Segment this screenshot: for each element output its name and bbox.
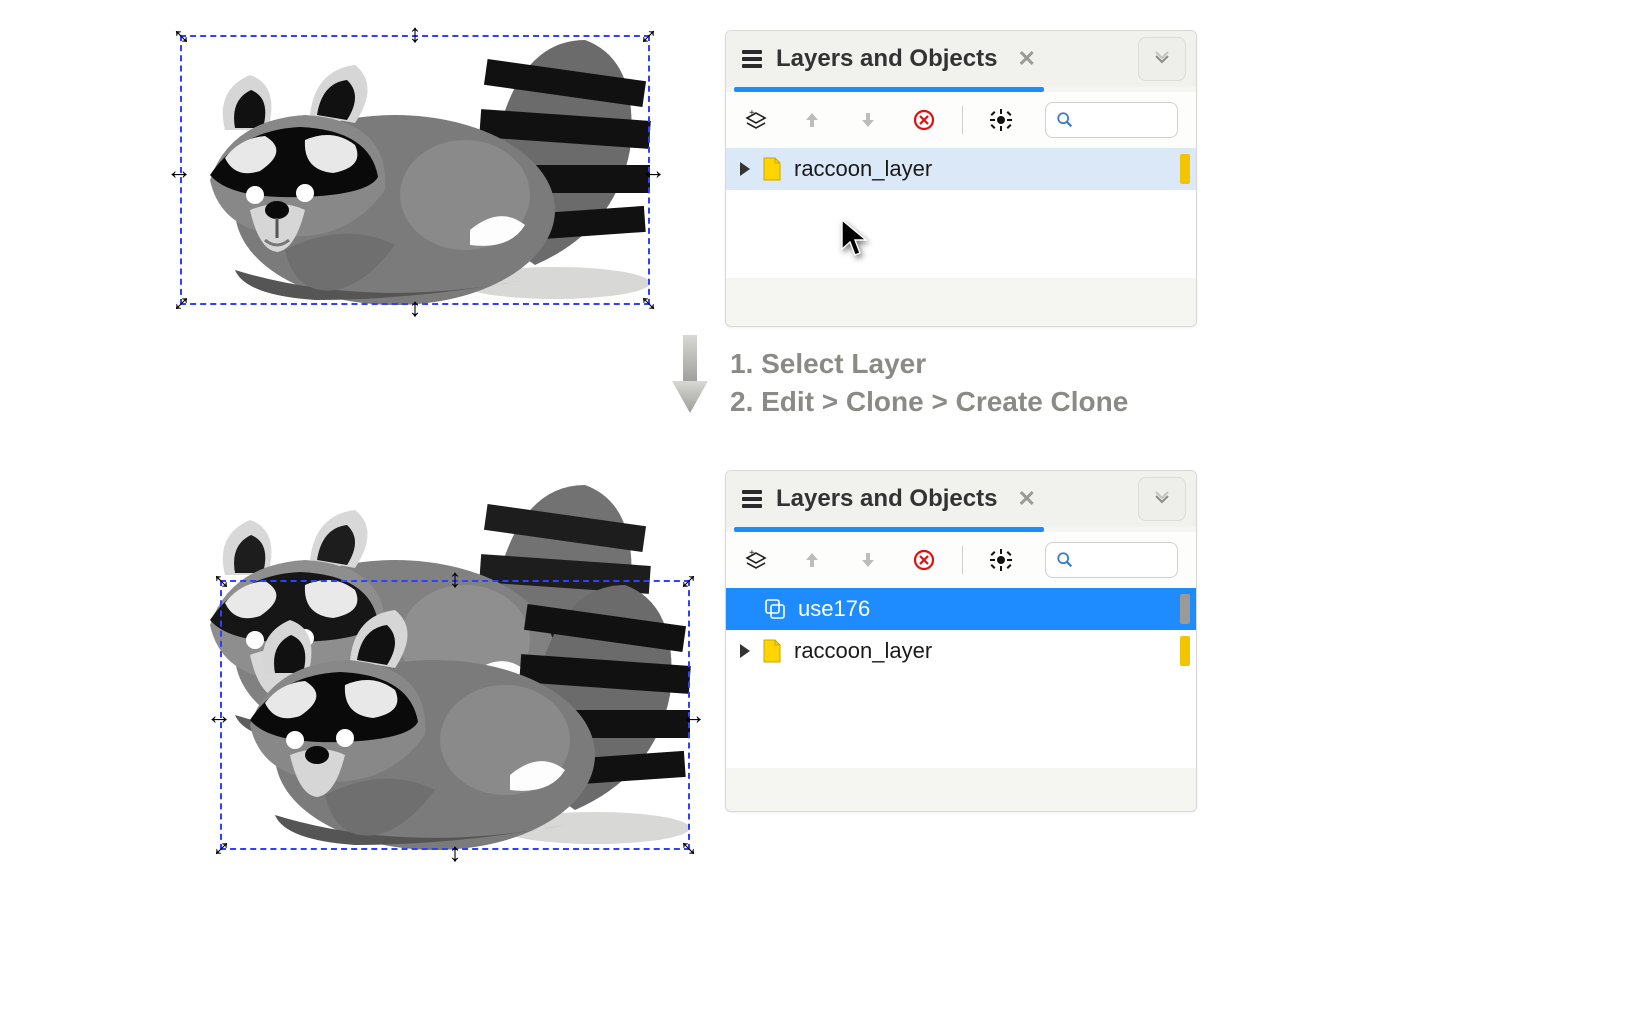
resize-handle-r[interactable]: ↔ [680, 703, 704, 727]
resize-handle-l[interactable]: ↔ [166, 158, 190, 182]
canvas-top: ↕ ↕ ↕ ↕ ↕ ↕ ↔ ↔ [165, 0, 665, 330]
raise-button[interactable] [800, 548, 824, 572]
chevron-down-icon [1152, 49, 1172, 69]
layer-row-raccoon[interactable]: raccoon_layer [726, 630, 1196, 672]
selection-box[interactable]: ↕ ↕ ↕ ↕ ↕ ↕ ↔ ↔ [220, 580, 690, 850]
color-swatch[interactable] [1180, 154, 1190, 184]
layer-row-raccoon[interactable]: raccoon_layer [726, 148, 1196, 190]
resize-handle-l[interactable]: ↔ [206, 703, 230, 727]
svg-text:+: + [749, 108, 755, 119]
layer-file-icon [762, 157, 782, 181]
resize-handle-t[interactable]: ↕ [443, 566, 467, 590]
settings-button[interactable] [989, 548, 1013, 572]
cursor-icon [841, 219, 869, 257]
layers-list: raccoon_layer [726, 148, 1196, 278]
arrow-down-icon [670, 335, 710, 415]
panel-title-text: Layers and Objects [776, 45, 997, 73]
layer-row-clone[interactable]: use176 [726, 588, 1196, 630]
color-swatch[interactable] [1180, 636, 1190, 666]
canvas-bottom: ↕ ↕ ↕ ↕ ↕ ↕ ↔ ↔ [165, 445, 685, 865]
layers-list: use176 raccoon_layer [726, 588, 1196, 768]
collapse-button[interactable] [1138, 37, 1186, 81]
panel-header: Layers and Objects ✕ [726, 31, 1196, 87]
gear-icon [990, 549, 1012, 571]
new-layer-button[interactable]: + [744, 108, 768, 132]
search-icon [1056, 111, 1074, 129]
layer-file-icon [762, 639, 782, 663]
toolbar-separator [962, 106, 963, 134]
delete-button[interactable] [912, 108, 936, 132]
selection-box[interactable]: ↕ ↕ ↕ ↕ ↕ ↕ ↔ ↔ [180, 35, 650, 305]
close-icon[interactable]: ✕ [1017, 486, 1035, 512]
raise-button[interactable] [800, 108, 824, 132]
chevron-down-icon [1152, 489, 1172, 509]
disclosure-triangle[interactable] [740, 162, 750, 176]
resize-handle-r[interactable]: ↔ [640, 158, 664, 182]
panel-toolbar: + [726, 92, 1196, 148]
disclosure-triangle[interactable] [740, 644, 750, 658]
layers-icon [740, 488, 766, 510]
instruction-text: 1. Select Layer 2. Edit > Clone > Create… [730, 345, 1128, 421]
resize-handle-b[interactable]: ↕ [403, 295, 427, 319]
search-icon [1056, 551, 1074, 569]
lower-button[interactable] [856, 548, 880, 572]
color-swatch[interactable] [1180, 594, 1190, 624]
layer-name: raccoon_layer [794, 156, 932, 182]
panel-title[interactable]: Layers and Objects ✕ [740, 45, 1036, 73]
close-icon[interactable]: ✕ [1017, 46, 1035, 72]
svg-text:+: + [749, 548, 755, 559]
lower-button[interactable] [856, 108, 880, 132]
gear-icon [990, 109, 1012, 131]
settings-button[interactable] [989, 108, 1013, 132]
panel-title[interactable]: Layers and Objects ✕ [740, 485, 1036, 513]
new-layer-button[interactable]: + [744, 548, 768, 572]
search-input[interactable] [1045, 102, 1178, 138]
layers-panel-before: Layers and Objects ✕ + [725, 30, 1197, 327]
clone-icon [764, 598, 786, 620]
delete-button[interactable] [912, 548, 936, 572]
search-input[interactable] [1045, 542, 1178, 578]
instruction-line-1: 1. Select Layer [730, 345, 1128, 383]
instruction-line-2: 2. Edit > Clone > Create Clone [730, 383, 1128, 421]
resize-handle-t[interactable]: ↕ [403, 21, 427, 45]
panel-toolbar: + [726, 532, 1196, 588]
panel-title-text: Layers and Objects [776, 485, 997, 513]
resize-handle-b[interactable]: ↕ [443, 840, 467, 864]
panel-header: Layers and Objects ✕ [726, 471, 1196, 527]
layer-name: raccoon_layer [794, 638, 932, 664]
layers-panel-after: Layers and Objects ✕ + [725, 470, 1197, 812]
toolbar-separator [962, 546, 963, 574]
layer-name: use176 [798, 596, 870, 622]
layers-icon [740, 48, 766, 70]
collapse-button[interactable] [1138, 477, 1186, 521]
